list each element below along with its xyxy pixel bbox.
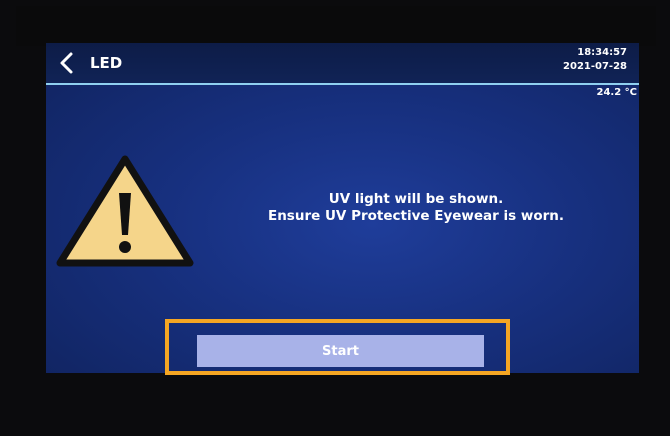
clock-time: 18:34:57 xyxy=(577,47,627,58)
warning-line-1: UV light will be shown. xyxy=(328,191,504,207)
uv-warning-message: UV light will be shown. Ensure UV Protec… xyxy=(246,191,586,225)
device-top-bezel xyxy=(16,6,656,46)
clock: 18:34:57 2021-07-28 xyxy=(563,46,627,74)
header-divider xyxy=(46,83,639,85)
start-button[interactable]: Start xyxy=(197,335,484,367)
chevron-left-icon[interactable] xyxy=(58,51,82,75)
clock-date: 2021-07-28 xyxy=(563,61,627,72)
warning-line-2: Ensure UV Protective Eyewear is worn. xyxy=(267,208,565,224)
warning-triangle-icon xyxy=(52,151,198,271)
header-bar: LED 18:34:57 2021-07-28 xyxy=(46,43,639,83)
temperature-readout: 24.2 °C xyxy=(596,87,638,98)
page-title: LED xyxy=(90,54,123,72)
